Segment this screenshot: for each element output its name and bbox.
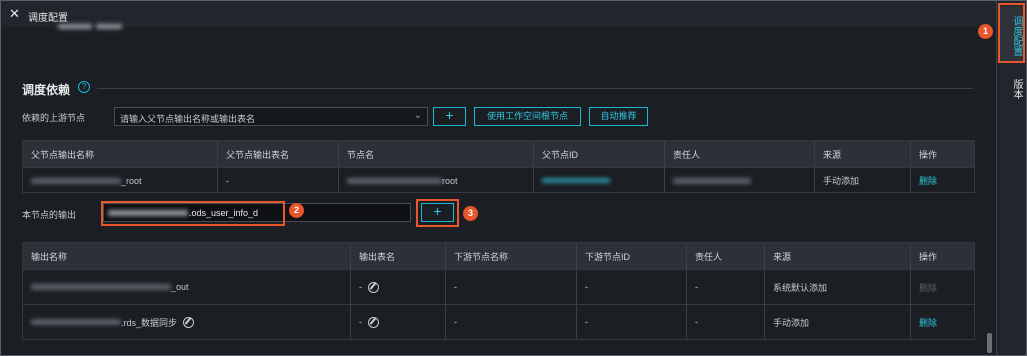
column-header: 责任人 bbox=[665, 141, 815, 167]
edit-icon[interactable] bbox=[183, 316, 195, 328]
delete-link[interactable]: 删除 bbox=[919, 174, 937, 187]
upstream-select-placeholder: 请输入父节点输出名称或输出表名 bbox=[120, 114, 256, 124]
parent-id-cell bbox=[534, 168, 665, 193]
action-cell: 删除 bbox=[911, 270, 974, 304]
column-header: 来源 bbox=[815, 141, 911, 167]
column-header: 下游节点名称 bbox=[446, 243, 577, 269]
masked-text bbox=[673, 177, 751, 184]
parent-output-name-cell: _root bbox=[23, 168, 218, 193]
output-table-cell: - bbox=[351, 270, 446, 304]
owner-cell: - bbox=[687, 270, 765, 304]
downstream-id-cell: - bbox=[577, 305, 687, 339]
upstream-search-select[interactable]: 请输入父节点输出名称或输出表名 ⌄ bbox=[114, 107, 428, 126]
highlight-box bbox=[416, 199, 459, 227]
upstream-label: 依赖的上游节点 bbox=[22, 113, 86, 123]
table-row: .rds_数据同步 - - - - 手动添加 删除 bbox=[23, 304, 974, 339]
masked-text bbox=[96, 24, 122, 29]
output-table-text: - bbox=[359, 282, 362, 292]
step-badge: 2 bbox=[289, 203, 304, 218]
column-header: 节点名 bbox=[339, 141, 534, 167]
output-table-text: - bbox=[359, 317, 362, 327]
close-icon[interactable]: ✕ bbox=[9, 7, 20, 20]
table-header-row: 输出名称 输出表名 下游节点名称 下游节点ID 责任人 来源 操作 bbox=[23, 243, 974, 269]
output-name-cell: _out bbox=[23, 270, 351, 304]
column-header: 输出名称 bbox=[23, 243, 351, 269]
help-icon[interactable]: ? bbox=[78, 81, 90, 93]
masked-text bbox=[31, 284, 171, 290]
edit-icon[interactable] bbox=[368, 316, 379, 328]
edit-icon[interactable] bbox=[368, 281, 379, 293]
auto-recommend-button[interactable]: 自动推荐 bbox=[589, 107, 648, 126]
table-row: _root - root 手动添加 删除 bbox=[23, 167, 974, 193]
scrollbar[interactable] bbox=[987, 333, 992, 353]
highlight-box bbox=[101, 201, 285, 226]
output-name-cell: .rds_数据同步 bbox=[23, 305, 351, 339]
column-header: 父节点输出表名 bbox=[218, 141, 339, 167]
node-name-text: root bbox=[442, 175, 458, 186]
source-cell: 手动添加 bbox=[815, 168, 911, 193]
column-header: 责任人 bbox=[687, 243, 765, 269]
column-header: 父节点ID bbox=[534, 141, 665, 167]
node-outputs-table: 输出名称 输出表名 下游节点名称 下游节点ID 责任人 来源 操作 _out -… bbox=[22, 242, 975, 340]
node-output-label: 本节点的输出 bbox=[22, 210, 77, 220]
output-name-text: .rds_数据同步 bbox=[121, 317, 178, 328]
column-header: 来源 bbox=[765, 243, 911, 269]
column-header: 操作 bbox=[919, 251, 938, 262]
output-name-text: _out bbox=[171, 282, 189, 292]
table-header-row: 父节点输出名称 父节点输出表名 节点名 父节点ID 责任人 来源 操作 bbox=[23, 141, 974, 167]
owner-cell: - bbox=[687, 305, 765, 339]
highlight-box bbox=[998, 3, 1025, 63]
downstream-name-cell: - bbox=[446, 270, 577, 304]
parent-output-table-cell: - bbox=[218, 168, 339, 193]
use-workspace-root-button[interactable]: 使用工作空间根节点 bbox=[474, 107, 581, 126]
column-header: 操作 bbox=[919, 149, 938, 160]
owner-cell bbox=[665, 168, 815, 193]
downstream-name-cell: - bbox=[446, 305, 577, 339]
chevron-down-icon: ⌄ bbox=[413, 110, 422, 121]
panel-header: ✕ 调度配置 bbox=[1, 1, 996, 27]
action-cell: 删除 bbox=[911, 168, 974, 193]
parent-nodes-table: 父节点输出名称 父节点输出表名 节点名 父节点ID 责任人 来源 操作 _roo… bbox=[22, 140, 975, 193]
output-name-text: _root bbox=[121, 175, 142, 186]
masked-text bbox=[542, 178, 610, 183]
source-cell: 系统默认添加 bbox=[765, 270, 911, 304]
column-header: 下游节点ID bbox=[577, 243, 687, 269]
add-upstream-button[interactable]: + bbox=[433, 107, 466, 126]
masked-text bbox=[31, 319, 121, 325]
masked-text bbox=[31, 177, 121, 184]
step-badge: 1 bbox=[978, 24, 993, 39]
delete-link[interactable]: 删除 bbox=[919, 316, 937, 329]
action-cell: 删除 bbox=[911, 305, 974, 339]
source-cell: 手动添加 bbox=[765, 305, 911, 339]
column-header: 父节点输出名称 bbox=[23, 141, 218, 167]
panel-title: 调度配置 bbox=[28, 13, 68, 24]
section-title: 调度依赖 bbox=[22, 83, 71, 97]
masked-text bbox=[347, 177, 442, 184]
step-badge: 3 bbox=[463, 206, 478, 221]
masked-text bbox=[58, 24, 92, 29]
divider bbox=[97, 88, 973, 89]
output-table-cell: - bbox=[351, 305, 446, 339]
node-name-cell: root bbox=[339, 168, 534, 193]
table-row: _out - - - - 系统默认添加 删除 bbox=[23, 269, 974, 304]
column-header: 输出表名 bbox=[351, 243, 446, 269]
downstream-id-cell: - bbox=[577, 270, 687, 304]
delete-link-disabled: 删除 bbox=[919, 282, 938, 293]
tab-version[interactable]: 版本 bbox=[1000, 75, 1024, 103]
